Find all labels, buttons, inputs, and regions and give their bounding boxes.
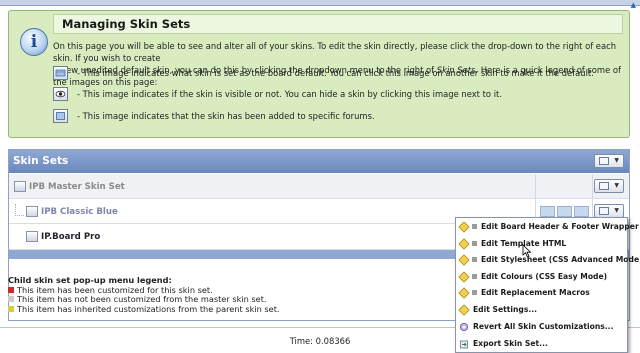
chevron-down-icon: ▼	[614, 182, 619, 189]
gray-square-icon	[472, 290, 477, 295]
row-divider	[592, 174, 593, 198]
top-bar-border	[0, 5, 640, 6]
gray-square-icon	[472, 240, 477, 246]
skin-sets-options-button[interactable]: ▼	[594, 154, 624, 168]
menu-item-edit-colours[interactable]: Edit Colours (CSS Easy Mode)	[456, 269, 627, 286]
row-divider	[535, 174, 536, 198]
child-legend-text: This item has been customized for this s…	[17, 284, 213, 295]
default-skin-icon	[53, 66, 68, 80]
red-square-icon	[8, 286, 14, 293]
forums-skin-icon	[53, 109, 68, 123]
menu-item-edit-settings[interactable]: Edit Settings...	[456, 302, 627, 319]
info-description: On this page you will be able to see and…	[53, 40, 627, 88]
menu-item-label: Revert All Skin Customizations...	[473, 322, 614, 331]
chevron-down-icon: ▼	[614, 157, 619, 164]
yellow-square-icon	[8, 305, 14, 312]
menu-item-label: Edit Stylesheet (CSS Advanced Mode)	[481, 255, 640, 264]
skin-master-options-button[interactable]: ▼	[594, 179, 624, 193]
menu-item-edit-macros[interactable]: Edit Replacement Macros	[456, 285, 627, 302]
gray-square-icon	[472, 273, 477, 279]
list-icon	[599, 182, 609, 190]
skin-folder-icon	[26, 231, 38, 242]
child-legend-text: This item has not been customized from t…	[17, 294, 267, 304]
mouse-cursor-icon	[522, 244, 532, 258]
list-icon	[599, 157, 609, 165]
info-icon: i	[20, 28, 48, 56]
legend-text-visible: - This image indicates if the skin is vi…	[77, 89, 502, 99]
skin-options-menu: Edit Board Header & Footer Wrapper Edit …	[455, 217, 640, 353]
gray-square-icon	[472, 224, 477, 229]
revert-icon	[459, 322, 469, 332]
menu-item-label: Edit Colours (CSS Easy Mode)	[481, 271, 608, 281]
menu-item-label: Edit Settings...	[473, 305, 537, 314]
legend-text-forums: - This image indicates that the skin has…	[77, 111, 375, 121]
list-icon	[599, 207, 609, 215]
skin-sets-title: Skin Sets	[13, 155, 69, 167]
child-legend-item: This item has inherited customizations f…	[8, 303, 280, 315]
child-skin-legend: Child skin set pop-up menu legend: This …	[8, 275, 280, 315]
menu-item-label: Edit Board Header & Footer Wrapper	[481, 222, 639, 231]
pencil-icon	[458, 221, 470, 233]
info-title: Managing Skin Sets	[53, 14, 623, 34]
pencil-icon	[458, 237, 470, 250]
legend-text-default: - This image indicates what skin is set …	[77, 68, 594, 78]
skin-folder-icon	[26, 206, 38, 217]
child-legend-text: This item has inherited customizations f…	[17, 303, 280, 314]
forums-skin-icon[interactable]	[574, 206, 589, 217]
skin-name-classic-blue[interactable]: IPB Classic Blue	[41, 207, 118, 217]
skin-folder-icon	[14, 181, 26, 192]
info-box: i Managing Skin Sets On this page you wi…	[8, 10, 630, 138]
skin-classic-options-button[interactable]: ▼	[594, 204, 624, 218]
menu-item-edit-wrapper[interactable]: Edit Board Header & Footer Wrapper	[456, 219, 639, 236]
skin-row-master: IPB Master Skin Set ▼	[9, 174, 629, 199]
pencil-icon	[458, 270, 470, 283]
gray-square-icon	[472, 257, 477, 262]
info-intro-line1: On this page you will be able to see and…	[53, 41, 616, 63]
skin-name-ipboard-pro[interactable]: IP.Board Pro	[41, 232, 100, 242]
pencil-icon	[458, 254, 470, 266]
menu-item-edit-template[interactable]: Edit Template HTML	[456, 236, 627, 253]
default-skin-icon[interactable]	[540, 206, 555, 217]
pencil-icon	[458, 304, 470, 316]
footer-time: Time: 0.08366	[289, 336, 351, 346]
menu-item-export[interactable]: Export Skin Set...	[456, 336, 627, 353]
menu-item-label: Edit Replacement Macros	[481, 288, 590, 297]
menu-item-revert[interactable]: Revert All Skin Customizations...	[456, 319, 627, 336]
skin-sets-header: Skin Sets	[9, 150, 629, 173]
gray-square-icon	[8, 296, 14, 302]
skin-name-master[interactable]: IPB Master Skin Set	[29, 182, 125, 192]
tree-branch	[15, 204, 24, 216]
scroll-top-icon[interactable]: ▲	[631, 1, 636, 9]
pencil-icon	[458, 287, 470, 299]
menu-item-label: Export Skin Set...	[473, 339, 548, 348]
chevron-down-icon: ▼	[614, 207, 619, 214]
visible-eye-icon	[53, 87, 68, 101]
visible-eye-icon[interactable]	[557, 206, 572, 217]
export-icon	[459, 339, 469, 349]
menu-item-edit-stylesheet[interactable]: Edit Stylesheet (CSS Advanced Mode)	[456, 252, 640, 269]
